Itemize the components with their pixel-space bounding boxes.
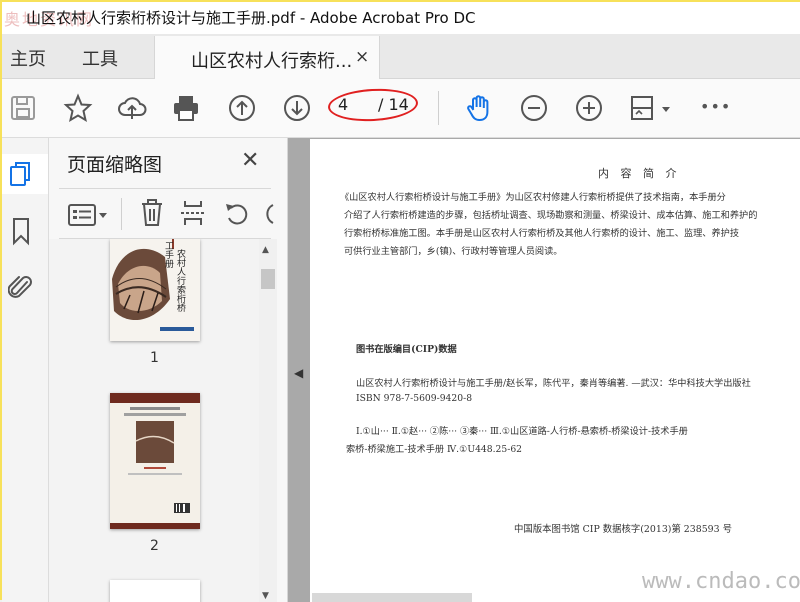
intro-line: 可供行业主管部门，乡(镇)、行政村等管理人员阅读。 (344, 246, 563, 257)
zoom-in-icon[interactable] (574, 93, 604, 123)
thumbnail-scrollbar[interactable]: ▲ ▼ (259, 239, 277, 602)
svg-text:工手册: 工手册 (163, 241, 174, 269)
rotate-clockwise-icon[interactable] (264, 200, 274, 228)
intro-line: 介绍了人行索桁桥建造的步骤，包括桥址调查、现场勘察和测量、桥梁设计、成本估算、施… (344, 210, 758, 221)
scroll-up-icon[interactable]: ▲ (262, 245, 269, 255)
star-icon[interactable] (63, 93, 93, 123)
panel-title: 页面缩略图 (67, 154, 163, 176)
window-title: 山区农村人行索桁桥设计与施工手册.pdf - Adobe Acrobat Pro… (26, 9, 476, 27)
cip-line: ISBN 978-7-5609-9420-8 (356, 393, 473, 404)
svg-text:农村人行索桁桥: 农村人行索桁桥 (175, 248, 186, 313)
thumbnail-label-1: 1 (150, 350, 159, 366)
prev-page-icon[interactable] (227, 93, 257, 123)
panel-toolbar-divider (121, 198, 122, 230)
attachment-icon[interactable] (7, 272, 34, 302)
delete-icon[interactable] (139, 198, 165, 228)
toolbar-divider (438, 91, 439, 125)
thumbnail-list: 农村人行索桁桥 工手册 1 2 (49, 239, 259, 602)
fit-page-icon[interactable] (628, 93, 674, 123)
highlight-oval (327, 86, 419, 124)
page-thumbnails-icon[interactable] (8, 160, 34, 188)
save-icon[interactable] (8, 93, 38, 123)
thumbnail-page-1[interactable]: 农村人行索桁桥 工手册 (110, 239, 200, 341)
cip-line: 山区农村人行索桁桥设计与施工手册/赵长军，陈代平，秦肖等编著. —武汉：华中科技… (356, 378, 751, 389)
thumbnail-page-2[interactable] (110, 393, 200, 529)
panel-divider (59, 188, 271, 189)
left-rail (2, 138, 49, 602)
thumbnail-label-2: 2 (150, 538, 159, 554)
cip-heading: 图书在版编目(CIP)数据 (356, 344, 457, 355)
zoom-out-icon[interactable] (519, 93, 549, 123)
tab-tools[interactable]: 工具 (82, 45, 118, 71)
tab-document[interactable]: 山区农村人行索桁... × (154, 36, 380, 79)
status-strip (312, 593, 472, 602)
document-tab-label: 山区农村人行索桁... (191, 51, 353, 72)
tab-bar: 主页 工具 (2, 34, 800, 79)
cip-line: Ⅰ.①山··· Ⅱ.①赵··· ②陈··· ③秦··· Ⅲ.①山区道路-人行桥-… (356, 426, 688, 437)
cip-number: 中国版本图书馆 CIP 数据核字(2013)第 238593 号 (514, 524, 732, 535)
rotate-icon[interactable] (223, 198, 251, 228)
thumbnail-page-3[interactable] (110, 580, 200, 602)
toolbar: 4 / 14 ••• (2, 79, 800, 138)
intro-line: 《山区农村人行索桁桥设计与施工手册》为山区农村修建人行索桁桥提供了技术指南，本手… (340, 192, 726, 203)
collapse-panel-icon[interactable]: ◀ (294, 366, 303, 380)
hand-tool-icon[interactable] (464, 93, 494, 123)
cip-line: 索桥-桥梁施工-技术手册 Ⅳ.①U448.25-62 (346, 444, 523, 455)
next-page-icon[interactable] (282, 93, 312, 123)
close-tab-button[interactable]: × (355, 47, 369, 67)
extract-pages-icon[interactable] (179, 198, 207, 228)
thumbnails-panel: 页面缩略图 ✕ 农村人行索桁桥 工手册 1 2 ▲ ▼ (49, 138, 288, 602)
scrollbar-thumb[interactable] (261, 269, 275, 289)
upload-cloud-icon[interactable] (117, 93, 147, 123)
intro-line: 行索桁桥标准施工图。本手册是山区农村人行索桁桥及其他人行索桥的设计、施工、监理、… (344, 228, 740, 239)
watermark-site: www.cndao.com (642, 569, 800, 594)
close-panel-button[interactable]: ✕ (241, 148, 259, 173)
print-icon[interactable] (171, 93, 201, 123)
intro-title: 内 容 简 介 (598, 167, 681, 180)
thumbnail-options-icon[interactable] (67, 202, 111, 228)
document-page: 内 容 简 介 《山区农村人行索桁桥设计与施工手册》为山区农村修建人行索桁桥提供… (310, 139, 800, 602)
title-bar: 奥地资讯网 山区农村人行索桁桥设计与施工手册.pdf - Adobe Acrob… (2, 2, 800, 34)
tab-home[interactable]: 主页 (10, 45, 46, 71)
bookmark-icon[interactable] (11, 216, 31, 246)
more-icon[interactable]: ••• (700, 97, 731, 116)
